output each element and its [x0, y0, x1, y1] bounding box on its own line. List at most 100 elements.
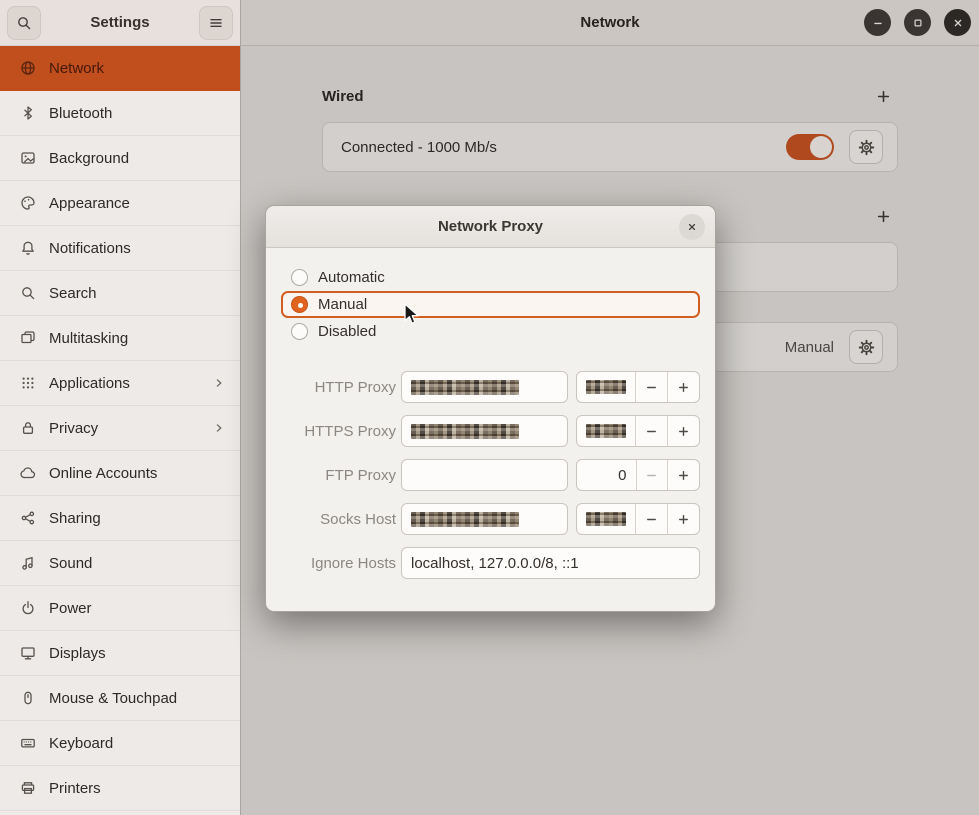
- plus-icon: [875, 88, 892, 105]
- sidebar-item-keyboard[interactable]: Keyboard: [0, 721, 240, 766]
- sidebar-item-label: Sharing: [49, 510, 101, 527]
- http-port-spinbutton: [576, 371, 700, 403]
- sidebar-item-background[interactable]: Background: [0, 136, 240, 181]
- sidebar-item-sharing[interactable]: Sharing: [0, 496, 240, 541]
- sidebar-item-online-accounts[interactable]: Online Accounts: [0, 451, 240, 496]
- add-vpn-button[interactable]: [868, 201, 898, 231]
- proxy-option-manual[interactable]: Manual: [281, 291, 700, 318]
- ftp-port-increment-button[interactable]: [667, 460, 699, 490]
- http-proxy-input[interactable]: [401, 371, 568, 403]
- socks-port-decrement-button[interactable]: [635, 504, 667, 534]
- sidebar-item-search[interactable]: Search: [0, 271, 240, 316]
- sidebar-item-network[interactable]: Network: [0, 46, 240, 91]
- ignore-hosts-label: Ignore Hosts: [281, 555, 396, 572]
- socks-port-increment-button[interactable]: [667, 504, 699, 534]
- socks-host-row: Socks Host: [281, 503, 700, 535]
- wired-connection-row[interactable]: Connected - 1000 Mb/s: [322, 122, 898, 172]
- proxy-form: HTTP Proxy HTTPS Proxy: [281, 371, 700, 579]
- sidebar-item-label: Displays: [49, 645, 106, 662]
- search-icon: [16, 15, 32, 31]
- proxy-settings-button[interactable]: [849, 330, 883, 364]
- headerbar: Network: [241, 0, 979, 46]
- plus-icon: [875, 208, 892, 225]
- close-button[interactable]: [944, 9, 971, 36]
- share-icon: [20, 510, 36, 526]
- sidebar-nav: Network Bluetooth Background Appearance …: [0, 46, 240, 811]
- sidebar-item-mouse-touchpad[interactable]: Mouse & Touchpad: [0, 676, 240, 721]
- sidebar-item-displays[interactable]: Displays: [0, 631, 240, 676]
- redacted-value: [411, 380, 519, 395]
- proxy-option-disabled[interactable]: Disabled: [281, 318, 700, 345]
- menu-button[interactable]: [199, 6, 233, 40]
- lock-icon: [20, 420, 36, 436]
- minus-icon: [644, 468, 659, 483]
- power-icon: [20, 600, 36, 616]
- http-proxy-label: HTTP Proxy: [281, 379, 396, 396]
- close-icon: [951, 16, 965, 30]
- sidebar-item-label: Search: [49, 285, 97, 302]
- option-label: Manual: [318, 296, 367, 313]
- sidebar-item-printers[interactable]: Printers: [0, 766, 240, 811]
- wired-settings-button[interactable]: [849, 130, 883, 164]
- maximize-button[interactable]: [904, 9, 931, 36]
- sidebar-item-privacy[interactable]: Privacy: [0, 406, 240, 451]
- https-port-decrement-button[interactable]: [635, 416, 667, 446]
- grid-icon: [20, 375, 36, 391]
- socks-port-spinbutton: [576, 503, 700, 535]
- ftp-port-decrement-button[interactable]: [636, 460, 668, 490]
- window-controls: [864, 9, 971, 36]
- sidebar-item-sound[interactable]: Sound: [0, 541, 240, 586]
- redacted-value: [586, 512, 626, 526]
- http-port-value[interactable]: [577, 372, 636, 402]
- sidebar-item-label: Keyboard: [49, 735, 113, 752]
- socks-port-value[interactable]: [577, 504, 636, 534]
- sidebar-item-label: Multitasking: [49, 330, 128, 347]
- sidebar-item-power[interactable]: Power: [0, 586, 240, 631]
- https-port-increment-button[interactable]: [667, 416, 699, 446]
- sidebar-item-label: Power: [49, 600, 92, 617]
- redacted-value: [586, 380, 626, 394]
- http-port-increment-button[interactable]: [667, 372, 699, 402]
- sidebar-item-label: Applications: [49, 375, 130, 392]
- add-wired-button[interactable]: [868, 81, 898, 111]
- sidebar-item-applications[interactable]: Applications: [0, 361, 240, 406]
- ftp-proxy-input[interactable]: [401, 459, 568, 491]
- ignore-hosts-input[interactable]: localhost, 127.0.0.0/8, ::1: [401, 547, 700, 579]
- network-proxy-dialog: Network Proxy Automatic Manual Disabled …: [265, 205, 716, 612]
- hamburger-icon: [208, 15, 224, 31]
- dialog-close-button[interactable]: [679, 214, 705, 240]
- music-note-icon: [20, 555, 36, 571]
- https-port-value[interactable]: [577, 416, 636, 446]
- https-proxy-label: HTTPS Proxy: [281, 423, 396, 440]
- http-port-decrement-button[interactable]: [635, 372, 667, 402]
- https-port-spinbutton: [576, 415, 700, 447]
- settings-window: Settings Network Bluetooth Background: [0, 0, 979, 815]
- sidebar-item-multitasking[interactable]: Multitasking: [0, 316, 240, 361]
- https-proxy-input[interactable]: [401, 415, 568, 447]
- ignore-hosts-row: Ignore Hosts localhost, 127.0.0.0/8, ::1: [281, 547, 700, 579]
- minimize-button[interactable]: [864, 9, 891, 36]
- chevron-right-icon: [212, 376, 226, 390]
- bluetooth-icon: [20, 105, 36, 121]
- sidebar-header: Settings: [0, 0, 240, 46]
- search-button[interactable]: [7, 6, 41, 40]
- sidebar-item-notifications[interactable]: Notifications: [0, 226, 240, 271]
- http-proxy-row: HTTP Proxy: [281, 371, 700, 403]
- option-label: Disabled: [318, 323, 376, 340]
- page-title: Network: [580, 14, 639, 31]
- app-title: Settings: [90, 14, 149, 31]
- sidebar-item-label: Mouse & Touchpad: [49, 690, 177, 707]
- plus-icon: [676, 512, 691, 527]
- socks-host-input[interactable]: [401, 503, 568, 535]
- globe-icon: [20, 60, 36, 76]
- sidebar-item-bluetooth[interactable]: Bluetooth: [0, 91, 240, 136]
- radio-unchecked-icon: [291, 323, 308, 340]
- wired-toggle[interactable]: [786, 134, 834, 160]
- ftp-proxy-label: FTP Proxy: [281, 467, 396, 484]
- wired-section-header: Wired: [322, 84, 898, 108]
- option-label: Automatic: [318, 269, 385, 286]
- redacted-value: [586, 424, 626, 438]
- ftp-port-value[interactable]: 0: [577, 460, 636, 490]
- sidebar-item-appearance[interactable]: Appearance: [0, 181, 240, 226]
- proxy-option-automatic[interactable]: Automatic: [281, 264, 700, 291]
